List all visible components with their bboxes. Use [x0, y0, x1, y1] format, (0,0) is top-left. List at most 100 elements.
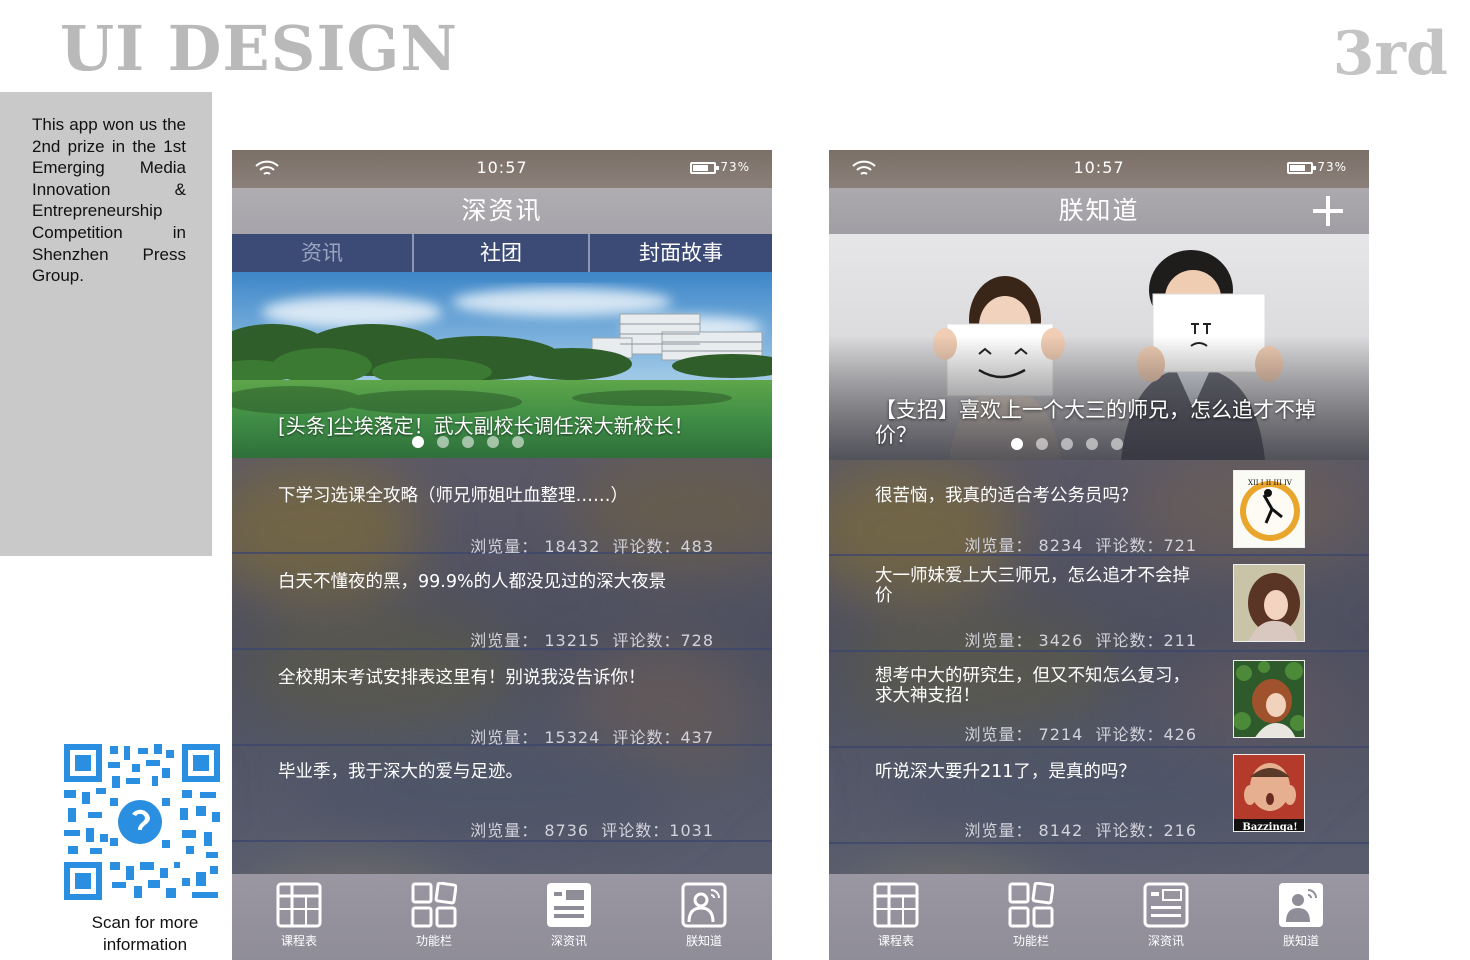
carousel-dot[interactable]	[512, 436, 524, 448]
question-title: 大一师妹爱上大三师兄，怎么追才不会掉价	[875, 566, 1190, 606]
comments-count: 216	[1163, 821, 1197, 840]
comments-count: 728	[680, 631, 714, 650]
question-stats: 浏览量： 3426 评论数：211	[964, 627, 1197, 651]
carousel-dot[interactable]	[1111, 438, 1123, 450]
comments-label: 评论数：	[1095, 821, 1164, 840]
tabbar-label: 功能栏	[415, 934, 452, 948]
comments-label: 评论数：	[601, 821, 670, 840]
battery-icon	[690, 162, 719, 174]
tabbar-label: 朕知道	[685, 934, 722, 948]
featured-question-banner[interactable]: 【支招】喜欢上一个大三的师兄，怎么追才不掉价？	[829, 234, 1369, 460]
bottom-tab-bar: 课程表 功能栏 深资讯 朕知道	[829, 874, 1369, 960]
carousel-dot[interactable]	[412, 436, 424, 448]
tabbar-profile[interactable]: 朕知道	[664, 882, 744, 956]
comments-label: 评论数：	[1095, 536, 1164, 555]
carousel-dots[interactable]	[412, 436, 524, 448]
list-item[interactable]: 听说深大要升211了，是真的吗？ 浏览量： 8142 评论数：216 Bazzi…	[829, 748, 1369, 844]
tab-clubs[interactable]: 社团	[414, 234, 590, 272]
tabbar-functions[interactable]: 功能栏	[991, 882, 1071, 956]
tabbar-label: 课程表	[280, 934, 317, 948]
carousel-dot[interactable]	[1036, 438, 1048, 450]
list-item[interactable]: 下学习选课全攻略（师兄师姐吐血整理……） 浏览量： 18432 评论数：483	[232, 458, 772, 556]
question-title: 想考中大的研究生，但又不知怎么复习，求大神支招！	[875, 666, 1190, 706]
question-thumbnail: Bazzinga!	[1233, 754, 1305, 832]
list-item[interactable]: 想考中大的研究生，但又不知怎么复习，求大神支招！ 浏览量： 7214 评论数：4…	[829, 652, 1369, 748]
phone-screen-news: 10:57 73% 深资讯 资讯 社团 封面故事 [头条]尘埃落定！武大副校长调…	[232, 150, 772, 960]
news-icon	[547, 883, 591, 927]
add-question-button[interactable]	[1313, 196, 1343, 226]
screen-title-bar: 朕知道	[829, 188, 1369, 234]
comments-count: 437	[680, 728, 714, 747]
comments-count: 721	[1163, 536, 1197, 555]
carousel-dot[interactable]	[1061, 438, 1073, 450]
bazzinga-image: Bazzinga!	[1234, 755, 1304, 832]
tabbar-label: 深资讯	[550, 934, 587, 948]
qr-caption-line1: Scan for more	[91, 913, 199, 932]
carousel-dot[interactable]	[1086, 438, 1098, 450]
tabbar-news[interactable]: 深资讯	[1126, 882, 1206, 956]
carousel-dots[interactable]	[1011, 438, 1123, 450]
tabbar-profile[interactable]: 朕知道	[1261, 882, 1341, 956]
carousel-dot[interactable]	[1011, 438, 1023, 450]
battery-level-fill	[1290, 165, 1305, 171]
list-item[interactable]: 全校期末考试安排表这里有！别说我没告诉你！ 浏览量： 15324 评论数：437	[232, 650, 772, 748]
thumb-caption: Bazzinga!	[1242, 822, 1297, 832]
tabbar-functions[interactable]: 功能栏	[394, 882, 474, 956]
tabbar-label: 深资讯	[1147, 934, 1184, 948]
list-item[interactable]: 大一师妹爱上大三师兄，怎么追才不会掉价 浏览量： 3426 评论数：211	[829, 556, 1369, 652]
tab-news[interactable]: 资讯	[232, 234, 414, 272]
headline-banner[interactable]: [头条]尘埃落定！武大副校长调任深大新校长！	[232, 272, 772, 458]
tabbar-timetable[interactable]: 课程表	[259, 882, 339, 956]
article-stats: 浏览量： 15324 评论数：437	[470, 724, 714, 748]
list-item[interactable]: 很苦恼，我真的适合考公务员吗？ 浏览量： 8234 评论数：721 XII I …	[829, 460, 1369, 556]
list-item[interactable]: 白天不懂夜的黑，99.9%的人都没见过的深大夜景 浏览量： 13215 评论数：…	[232, 554, 772, 650]
article-stats: 浏览量： 8736 评论数：1031	[470, 817, 714, 841]
comments-label: 评论数：	[612, 631, 681, 650]
views-label: 浏览量：	[964, 821, 1033, 840]
girl-leaves-image	[1234, 661, 1304, 737]
page-number-label: 3rd	[1332, 19, 1448, 89]
views-count: 3426	[1038, 631, 1084, 650]
comments-count: 211	[1163, 631, 1197, 650]
page-title: UI DESIGN	[60, 12, 459, 85]
tab-cover-story[interactable]: 封面故事	[590, 234, 772, 272]
views-label: 浏览量：	[470, 728, 539, 747]
qr-code-icon[interactable]	[62, 742, 222, 902]
views-count: 8142	[1038, 821, 1084, 840]
side-panel: This app won us the 2nd prize in the 1st…	[0, 92, 212, 556]
tab-bar-top: 资讯 社团 封面故事	[232, 234, 772, 272]
battery-percent: 73%	[720, 160, 750, 174]
phone-screen-qa: 10:57 73% 【支招】喜欢上一个大三的师兄，怎么追才不掉价？ 朕知道 很苦…	[829, 150, 1369, 960]
tabbar-news[interactable]: 深资讯	[529, 882, 609, 956]
question-thumbnail	[1233, 564, 1305, 642]
carousel-dot[interactable]	[462, 436, 474, 448]
comments-label: 评论数：	[612, 728, 681, 747]
profile-icon	[1279, 883, 1323, 927]
battery-percent: 73%	[1317, 160, 1347, 174]
tabbar-timetable[interactable]: 课程表	[856, 882, 936, 956]
battery-icon	[1287, 162, 1316, 174]
girl-portrait-image	[1234, 565, 1304, 641]
profile-icon	[681, 882, 727, 928]
screen-title: 朕知道	[1058, 196, 1140, 225]
tabbar-label: 功能栏	[1012, 934, 1049, 948]
views-count: 15324	[544, 728, 601, 747]
views-label: 浏览量：	[964, 725, 1033, 744]
comments-label: 评论数：	[1095, 725, 1164, 744]
comments-count: 1031	[669, 821, 714, 840]
tabbar-label: 课程表	[877, 934, 914, 948]
article-title: 全校期末考试安排表这里有！别说我没告诉你！	[278, 668, 646, 688]
carousel-dot[interactable]	[437, 436, 449, 448]
grid-icon	[1008, 882, 1054, 928]
question-stats: 浏览量： 8234 评论数：721	[964, 532, 1197, 556]
bottom-tab-bar: 课程表 功能栏 深资讯 朕知道	[232, 874, 772, 960]
views-count: 7214	[1038, 725, 1084, 744]
news-icon	[1143, 882, 1189, 928]
comments-label: 评论数：	[1095, 631, 1164, 650]
list-item[interactable]: 毕业季，我于深大的爱与足迹。 浏览量： 8736 评论数：1031	[232, 746, 772, 842]
screen-title: 深资讯	[232, 188, 772, 234]
views-count: 8234	[1038, 536, 1084, 555]
clock-art-image: XII I II III IV	[1240, 479, 1300, 541]
carousel-dot[interactable]	[487, 436, 499, 448]
timetable-icon	[873, 882, 919, 928]
